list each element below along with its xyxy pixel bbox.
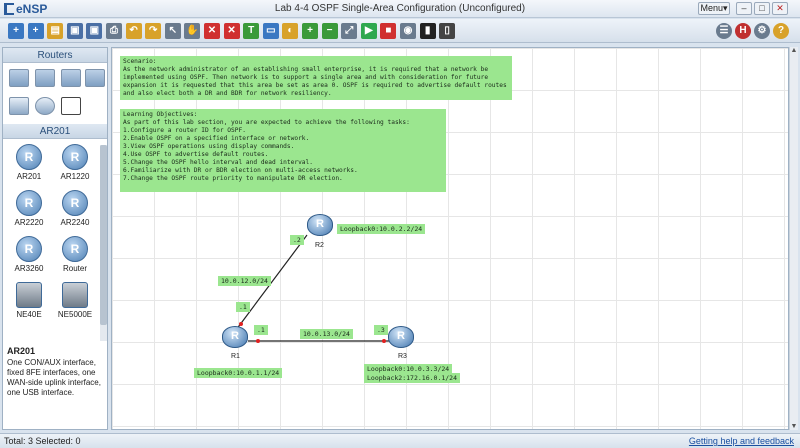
print-icon[interactable]: ⎙ xyxy=(106,23,122,39)
new-topology-icon[interactable]: + xyxy=(8,23,24,39)
device-label: NE5000E xyxy=(57,310,93,319)
device-ne40e[interactable]: NE40E xyxy=(7,282,51,326)
r2-loopback-label[interactable]: Loopback0:10.0.2.2/24 xyxy=(337,224,426,234)
category-router-icon[interactable] xyxy=(9,69,29,87)
status-counts: Total: 3 Selected: 0 xyxy=(4,436,81,446)
scroll-up-icon[interactable]: ▲ xyxy=(790,47,798,54)
category-pc-icon[interactable] xyxy=(9,97,29,115)
rectangle-icon[interactable]: ▭ xyxy=(262,23,279,39)
canvas-vertical-scrollbar[interactable]: ▲ ▼ xyxy=(789,47,798,430)
device-ar1220[interactable]: AR1220 xyxy=(53,144,97,188)
router-r3-name: R3 xyxy=(398,353,407,360)
description-text: One CON/AUX interface, fixed 8FE interfa… xyxy=(7,358,101,397)
fit-icon[interactable]: ⤢ xyxy=(341,23,358,39)
save-as-icon[interactable]: ▣ xyxy=(86,23,103,39)
device-ne5000e[interactable]: NE5000E xyxy=(53,282,97,326)
menu-button[interactable]: Menu▾ xyxy=(698,2,730,15)
device-ar3260[interactable]: AR3260 xyxy=(7,236,51,280)
device-palette: Routers AR201 AR201 AR1220 AR2220 AR2240 AR3… xyxy=(2,47,108,430)
chassis-icon xyxy=(62,282,88,308)
link-r1-r2-label[interactable]: 10.0.12.0/24 xyxy=(218,276,271,286)
category-switch-icon[interactable] xyxy=(35,69,55,87)
category-header: AR201 xyxy=(3,124,107,139)
text-icon[interactable]: T xyxy=(243,23,260,39)
router-r2[interactable] xyxy=(307,214,333,240)
router-r1[interactable] xyxy=(222,326,248,352)
help-feedback-link[interactable]: Getting help and feedback xyxy=(689,436,794,446)
title-bar: eNSP Lab 4-4 OSPF Single-Area Configurat… xyxy=(0,0,800,18)
topology-icon[interactable]: ▯ xyxy=(439,23,456,39)
r1-right-interface-label[interactable]: .1 xyxy=(254,325,268,335)
device-ar2220[interactable]: AR2220 xyxy=(7,190,51,234)
maximize-button[interactable]: □ xyxy=(754,2,770,15)
port-status-r3 xyxy=(382,339,386,343)
pan-icon[interactable]: ✋ xyxy=(184,23,201,39)
router-icon xyxy=(62,190,88,216)
zoom-in-icon[interactable]: + xyxy=(302,23,318,39)
zoom-out-icon[interactable]: − xyxy=(321,23,338,39)
help-icon[interactable]: ? xyxy=(773,23,789,39)
r1-up-interface-label[interactable]: .1 xyxy=(236,302,250,312)
new-lab-icon[interactable]: + xyxy=(27,23,44,39)
router-icon xyxy=(307,214,333,236)
chat-icon[interactable]: ☰ xyxy=(716,23,732,39)
device-label: AR2220 xyxy=(14,218,44,227)
capture-icon[interactable]: ◉ xyxy=(400,23,416,39)
close-button[interactable]: ✕ xyxy=(772,2,788,15)
category-firewall-icon[interactable] xyxy=(85,69,105,87)
device-label: AR201 xyxy=(16,172,42,181)
router-icon xyxy=(62,236,88,262)
router-r3[interactable] xyxy=(388,326,414,352)
r3-interface-label[interactable]: .3 xyxy=(374,325,388,335)
palette-scrollbar[interactable] xyxy=(100,145,107,341)
scroll-down-icon[interactable]: ▼ xyxy=(790,423,798,430)
status-bar: Total: 3 Selected: 0 Getting help and fe… xyxy=(0,433,800,448)
link-r1-r3-label[interactable]: 10.0.13.0/24 xyxy=(300,329,353,339)
device-ar201[interactable]: AR201 xyxy=(7,144,51,188)
start-icon[interactable]: ▶ xyxy=(360,23,377,39)
device-description: AR201 One CON/AUX interface, fixed 8FE i… xyxy=(7,346,105,398)
device-label: AR2240 xyxy=(60,218,90,227)
delete-link-icon[interactable]: ✕ xyxy=(223,23,240,39)
settings-icon[interactable]: ⚙ xyxy=(754,23,770,39)
r2-interface-label[interactable]: .2 xyxy=(290,235,304,245)
port-status-r1-right xyxy=(256,339,260,343)
router-r2-name: R2 xyxy=(315,242,324,249)
router-icon xyxy=(16,236,42,262)
cli-icon[interactable]: ▮ xyxy=(419,23,436,39)
router-icon xyxy=(222,326,248,348)
redo-icon[interactable]: ↷ xyxy=(145,23,162,39)
topology-canvas[interactable]: Scenario: As the network administrator o… xyxy=(111,47,789,430)
open-icon[interactable]: ▤ xyxy=(47,23,64,39)
category-wlan-icon[interactable] xyxy=(61,69,81,87)
router-icon xyxy=(388,326,414,348)
device-label: Router xyxy=(62,264,87,273)
category-cloud-icon[interactable] xyxy=(35,97,55,115)
chassis-icon xyxy=(16,282,42,308)
minimize-button[interactable]: – xyxy=(736,2,752,15)
routers-header: Routers xyxy=(3,48,107,63)
window-title: Lab 4-4 OSPF Single-Area Configuration (… xyxy=(274,3,526,14)
select-icon[interactable]: ↖ xyxy=(164,23,181,39)
router-icon xyxy=(16,144,42,170)
description-title: AR201 xyxy=(7,346,36,356)
router-icon xyxy=(62,144,88,170)
save-icon[interactable]: ▣ xyxy=(66,23,83,39)
device-label: AR1220 xyxy=(60,172,90,181)
toolbar: + + ▤ ▣ ▣ ⎙ ↶ ↷ ↖ ✋ ✕ ✕ T ▭ ◐ + − ⤢ ▶ ■ ◉ ▮ ▯ ☰ H ⚙? xyxy=(0,19,800,43)
stop-icon[interactable]: ■ xyxy=(380,23,397,39)
undo-icon[interactable]: ↶ xyxy=(125,23,142,39)
r1-loopback-label[interactable]: Loopback0:10.0.1.1/24 xyxy=(194,368,283,378)
palette-icon[interactable]: ◐ xyxy=(282,23,299,39)
router-icon xyxy=(16,190,42,216)
device-label: NE40E xyxy=(16,310,42,319)
device-ar2240[interactable]: AR2240 xyxy=(53,190,97,234)
router-r1-name: R1 xyxy=(231,353,240,360)
huawei-icon[interactable]: H xyxy=(735,23,751,39)
r3-loopback2-label[interactable]: Loopback2:172.16.0.1/24 xyxy=(364,373,461,383)
category-link-icon[interactable] xyxy=(61,97,81,115)
device-router[interactable]: Router xyxy=(53,236,97,280)
device-label: AR3260 xyxy=(14,264,44,273)
delete-icon[interactable]: ✕ xyxy=(204,23,220,39)
